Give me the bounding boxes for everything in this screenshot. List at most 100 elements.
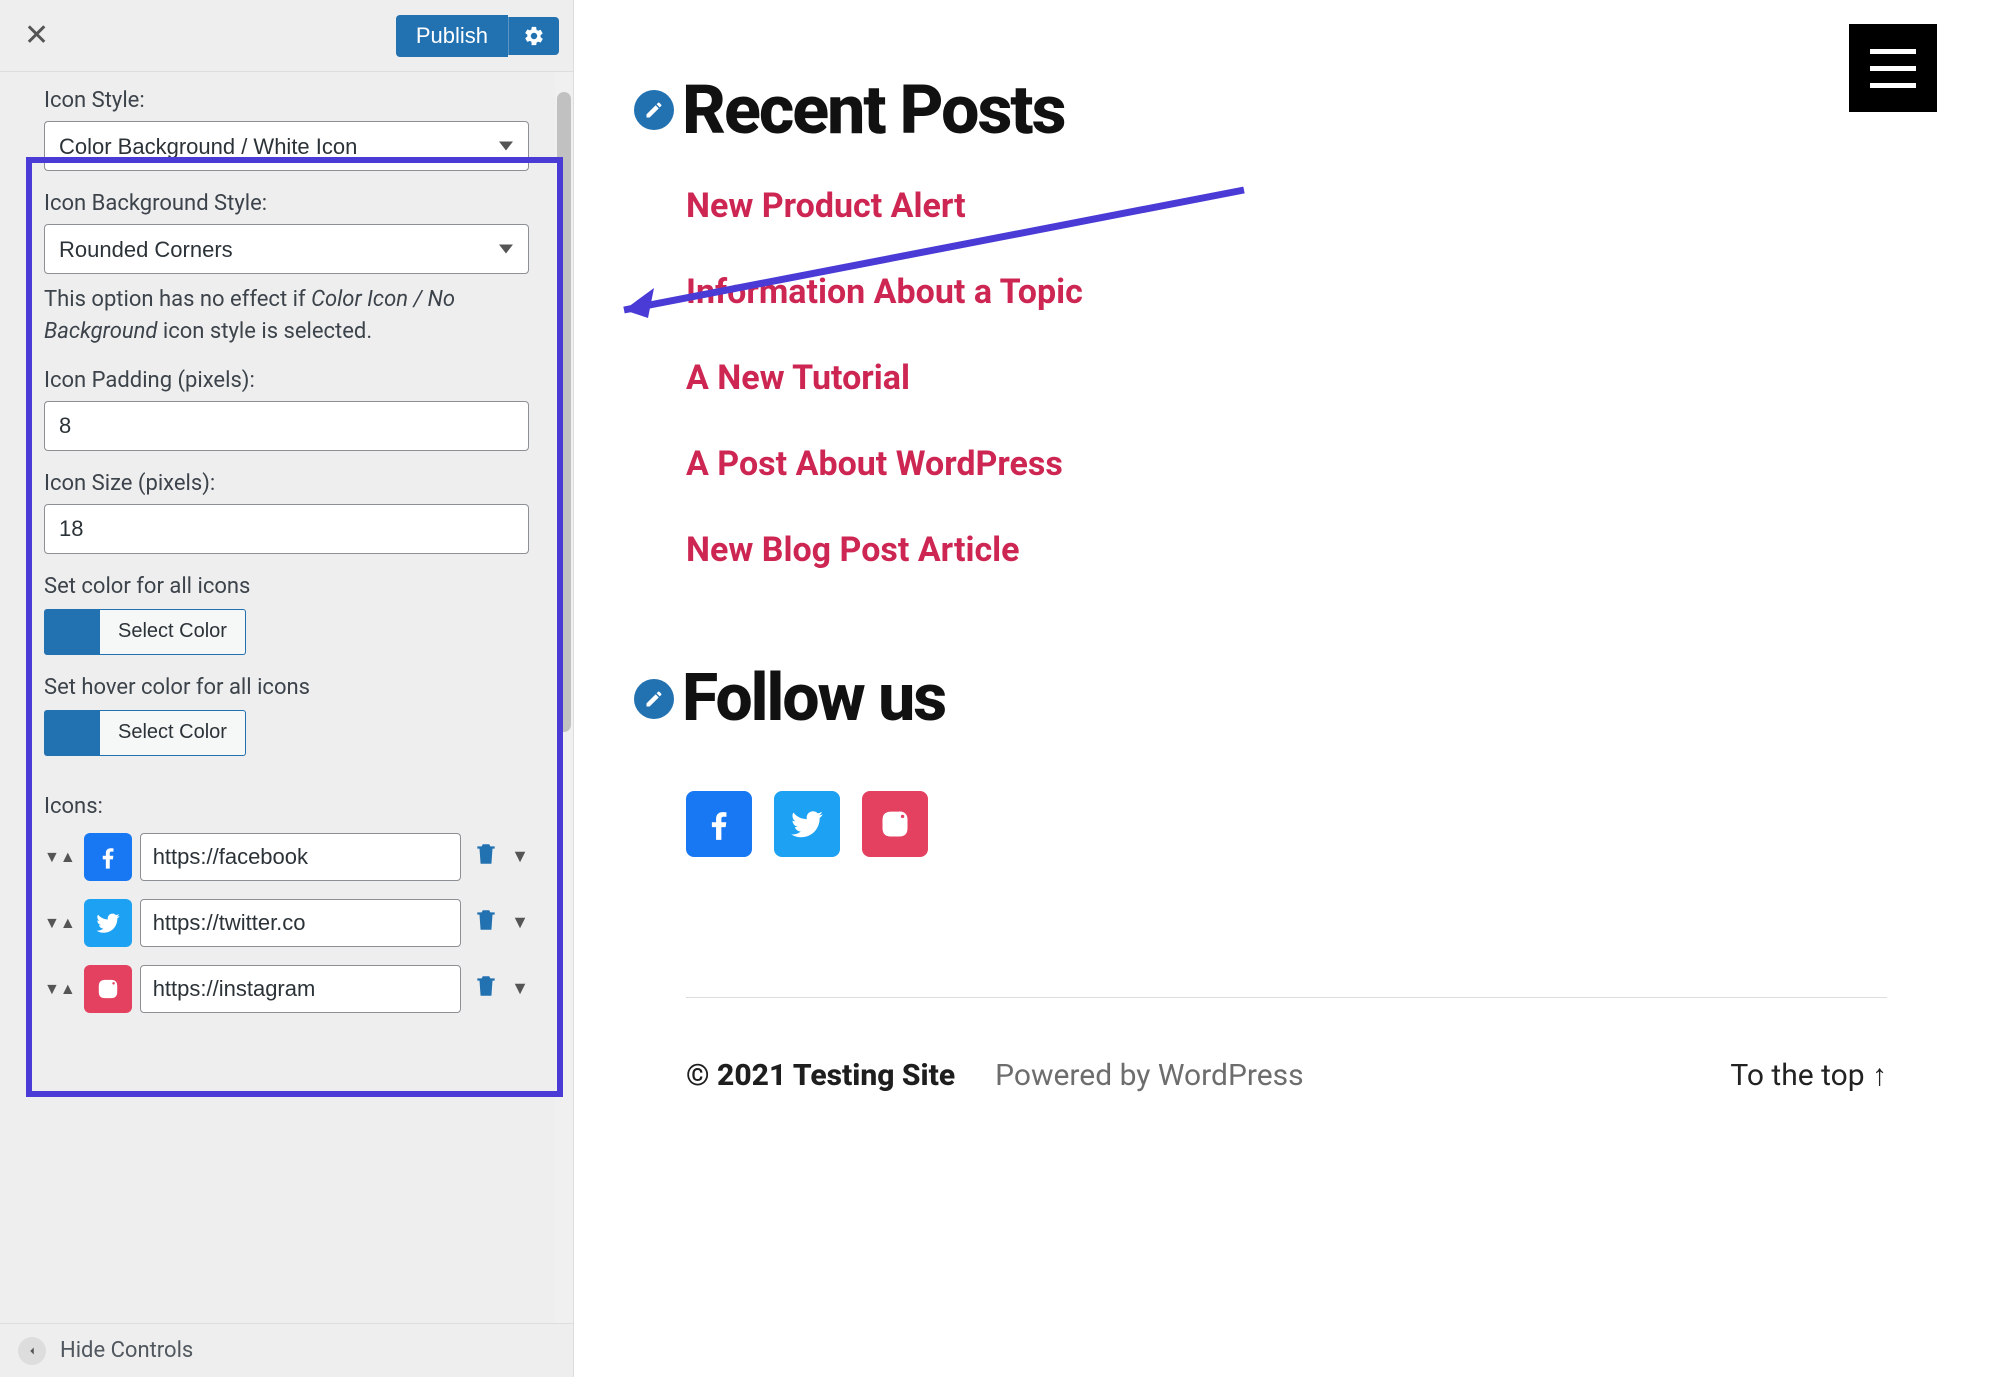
set-hover-color-field: Set hover color for all icons Select Col… [44, 675, 529, 756]
icon-style-field: Icon Style: Color Background / White Ico… [44, 88, 529, 171]
post-item: New Blog Post Article [686, 530, 1939, 570]
icons-list-panel: Icons: ▼▲ ▼ ▼▲ [0, 788, 573, 1051]
recent-posts-list: New Product Alert Information About a To… [682, 186, 1939, 570]
twitter-url-input[interactable] [140, 899, 461, 947]
menu-hamburger-button[interactable] [1849, 24, 1937, 112]
set-hover-color-label: Set hover color for all icons [44, 675, 529, 700]
set-color-label: Set color for all icons [44, 574, 529, 599]
customizer-sidebar: ✕ Publish Icon Style: Color Background /… [0, 0, 574, 1377]
post-link[interactable]: A Post About WordPress [686, 444, 1063, 484]
expand-instagram-button[interactable]: ▼ [511, 978, 529, 999]
footer-copyright: © 2021 Testing Site [686, 1058, 955, 1093]
set-color-field: Set color for all icons Select Color [44, 574, 529, 655]
sidebar-body: Icon Style: Color Background / White Ico… [0, 72, 573, 1323]
header-actions: Publish [396, 15, 559, 57]
icon-row-facebook: ▼▲ ▼ [44, 833, 529, 881]
icon-bg-style-field: Icon Background Style: Rounded Corners T… [44, 191, 529, 348]
preview-twitter-icon[interactable] [774, 791, 840, 857]
follow-us-heading: Follow us [682, 660, 945, 737]
post-item: A Post About WordPress [686, 444, 1939, 484]
sidebar-header: ✕ Publish [0, 0, 573, 72]
trash-icon [473, 841, 499, 867]
icon-bg-style-select[interactable]: Rounded Corners [44, 224, 529, 274]
edit-recent-posts-button[interactable] [634, 90, 674, 130]
to-the-top-link[interactable]: To the top ↑ [1730, 1058, 1887, 1093]
instagram-url-input[interactable] [140, 965, 461, 1013]
delete-twitter-button[interactable] [469, 903, 503, 943]
hover-color-swatch[interactable] [44, 710, 100, 756]
publish-button[interactable]: Publish [396, 15, 508, 57]
hover-color-picker-row: Select Color [44, 710, 529, 756]
icon-padding-input[interactable] [44, 401, 529, 451]
follow-heading-wrap: Follow us [634, 660, 1939, 737]
select-hover-color-button[interactable]: Select Color [100, 710, 246, 756]
sort-down-icon[interactable]: ▼ [44, 981, 60, 997]
expand-facebook-button[interactable]: ▼ [511, 846, 529, 867]
select-color-button[interactable]: Select Color [100, 609, 246, 655]
facebook-url-input[interactable] [140, 833, 461, 881]
sort-down-icon[interactable]: ▼ [44, 849, 60, 865]
collapse-icon[interactable] [18, 1337, 46, 1365]
icon-settings-panel: Icon Style: Color Background / White Ico… [0, 72, 573, 788]
sidebar-footer: Hide Controls [0, 1323, 573, 1377]
post-item: New Product Alert [686, 186, 1939, 226]
instagram-icon[interactable] [84, 965, 132, 1013]
facebook-icon[interactable] [84, 833, 132, 881]
pencil-icon [644, 689, 664, 709]
chevron-left-icon [25, 1344, 39, 1358]
preview-instagram-icon[interactable] [862, 791, 928, 857]
post-link[interactable]: New Product Alert [686, 186, 966, 226]
icon-bg-select-wrap: Rounded Corners [44, 224, 529, 274]
sort-down-icon[interactable]: ▼ [44, 915, 60, 931]
recent-posts-heading-wrap: Recent Posts [634, 70, 1939, 150]
twitter-icon[interactable] [84, 899, 132, 947]
icon-style-label: Icon Style: [44, 88, 529, 113]
footer-powered-by[interactable]: Powered by WordPress [995, 1058, 1304, 1093]
post-item: Information About a Topic [686, 272, 1939, 312]
hide-controls-button[interactable]: Hide Controls [60, 1338, 193, 1363]
delete-facebook-button[interactable] [469, 837, 503, 877]
post-link[interactable]: A New Tutorial [686, 358, 910, 398]
sort-handles[interactable]: ▼▲ [44, 849, 76, 865]
pencil-icon [644, 100, 664, 120]
icon-size-label: Icon Size (pixels): [44, 471, 529, 496]
sidebar-scrollbar[interactable] [555, 72, 573, 1323]
post-item: A New Tutorial [686, 358, 1939, 398]
sort-up-icon[interactable]: ▲ [60, 849, 76, 865]
preview-facebook-icon[interactable] [686, 791, 752, 857]
color-picker-row: Select Color [44, 609, 529, 655]
recent-posts-heading: Recent Posts [682, 70, 1064, 150]
preview-footer: © 2021 Testing Site Powered by WordPress… [634, 1058, 1939, 1093]
footer-divider [686, 997, 1887, 998]
sort-up-icon[interactable]: ▲ [60, 915, 76, 931]
hamburger-line [1870, 83, 1916, 88]
icon-size-input[interactable] [44, 504, 529, 554]
icon-style-select-wrap: Color Background / White Icon [44, 121, 529, 171]
delete-instagram-button[interactable] [469, 969, 503, 1009]
close-icon[interactable]: ✕ [14, 14, 59, 57]
edit-follow-button[interactable] [634, 679, 674, 719]
post-link[interactable]: Information About a Topic [686, 272, 1083, 312]
expand-twitter-button[interactable]: ▼ [511, 912, 529, 933]
hamburger-line [1870, 49, 1916, 54]
gear-icon [523, 25, 545, 47]
icons-list-label: Icons: [44, 794, 529, 819]
icon-row-instagram: ▼▲ ▼ [44, 965, 529, 1013]
sort-handles[interactable]: ▼▲ [44, 981, 76, 997]
icon-bg-style-label: Icon Background Style: [44, 191, 529, 216]
settings-gear-button[interactable] [508, 17, 559, 55]
follow-us-section: Follow us [634, 660, 1939, 857]
icon-row-twitter: ▼▲ ▼ [44, 899, 529, 947]
scrollbar-thumb[interactable] [557, 92, 571, 732]
icon-size-field: Icon Size (pixels): [44, 471, 529, 554]
site-preview: Recent Posts New Product Alert Informati… [574, 0, 1999, 1377]
trash-icon [473, 973, 499, 999]
color-swatch[interactable] [44, 609, 100, 655]
sort-handles[interactable]: ▼▲ [44, 915, 76, 931]
trash-icon [473, 907, 499, 933]
icon-style-select[interactable]: Color Background / White Icon [44, 121, 529, 171]
sort-up-icon[interactable]: ▲ [60, 981, 76, 997]
post-link[interactable]: New Blog Post Article [686, 530, 1020, 570]
icon-bg-help-text: This option has no effect if Color Icon … [44, 284, 529, 348]
icon-padding-field: Icon Padding (pixels): [44, 368, 529, 451]
